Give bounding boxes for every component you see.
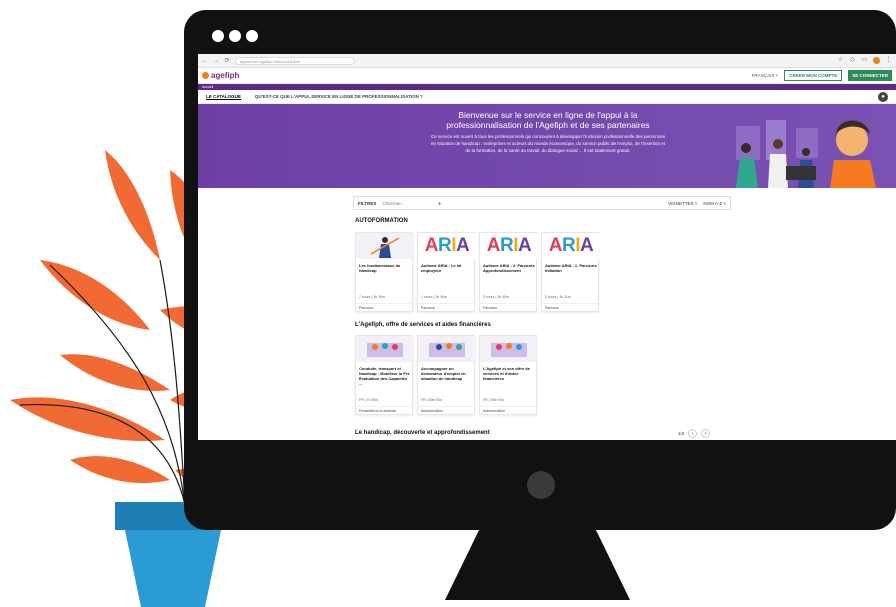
bookmark-icon[interactable]: ☆ [837,57,844,64]
tab-about[interactable]: QU'EST-CE QUE L'APPUI, SERVICE EN LIGNE … [255,94,423,99]
card-type: Autoformation [418,406,476,414]
card-meta: 7 cours | 1h 30m [359,295,386,299]
course-card[interactable]: ARIA Autisme ARIA : Le kit employeur 1 c… [417,232,476,312]
card-meta: 1 cours | 1h 40m [421,295,448,299]
aria-logo: ARIA [424,235,470,256]
card-meta: FR | 45m 00s [421,398,442,402]
tab-catalogue[interactable]: LE CATALOGUE [206,94,241,100]
course-illustration [367,343,403,357]
aria-logo: ARIA [548,235,594,256]
section-title: Le handicap, découverte et approfondisse… [355,430,490,436]
course-illustration [491,343,527,357]
course-card[interactable]: ARIA Autisme ARIA : 2. Parcours Approfon… [479,232,538,312]
card-meta: FR | 1h 00m [359,398,379,402]
section-title: L'Agefiph, offre de services et aides fi… [355,322,491,328]
card-title: Autisme ARIA : 2. Parcours Approfondisse… [483,263,535,273]
reload-icon[interactable]: ⟳ [224,57,230,64]
course-card[interactable]: ARIA Autisme ARIA : 1. Parcours Initiati… [541,232,600,312]
course-card[interactable]: Accompagner un demandeur d'emploi en sit… [417,335,476,415]
course-illustration [429,343,465,357]
window-icon[interactable]: ▭ [861,57,868,64]
hero-people-illustration [736,120,876,188]
card-type: Autoformation [480,406,538,414]
card-title: L'Agefiph et son offre de services et d'… [483,366,530,381]
card-type: Parcours [480,303,538,311]
card-title: Autisme ARIA : 1. Parcours Initiation [545,263,597,273]
pagination: 1/2 ‹ › [678,429,711,438]
filters-button[interactable]: FILTRES [358,201,376,206]
login-button[interactable]: SE CONNECTER [848,70,892,81]
profile-icon[interactable] [873,57,880,64]
address-bar[interactable]: apprendre.agefiph.fr/learn/explore [235,56,355,65]
card-meta: 2 cours | 1h 11m [545,295,571,299]
card-meta: 3 cours | 2h 40m [483,295,510,299]
hero-text: Bienvenue sur le service en ligne de l'a… [428,110,668,154]
card-title: Accompagner un demandeur d'emploi en sit… [421,366,466,381]
agefiph-logo[interactable]: agefiph [202,71,239,80]
logo-text: agefiph [211,71,240,80]
search-input[interactable] [382,200,433,206]
card-thumbnail: ARIA [542,233,600,259]
card-type: Présentiel ou à distance [356,406,414,414]
card-thumbnail: ARIA [480,233,538,259]
forward-icon[interactable]: → [213,58,219,64]
logo-mark-icon [202,72,209,79]
section-title: AUTOFORMATION [355,218,408,224]
card-type: Parcours [356,303,414,311]
next-page-button[interactable]: › [701,429,711,438]
extensions-icon[interactable]: ◇ [849,57,856,64]
card-thumbnail [480,336,538,362]
catalogue-toolbar: FILTRES ⌕ VIGNETTES ˅ NOM A-Z ˅ [353,196,731,210]
course-card[interactable]: Conduite, transport et handicap : Mobili… [355,335,414,415]
browser-toolbar: ← → ⟳ apprendre.agefiph.fr/learn/explore… [198,54,896,68]
language-select[interactable]: FRANÇAIS ˅ [752,73,779,78]
menu-icon[interactable]: ⋮ [885,57,892,64]
sort-select[interactable]: NOM A-Z ˅ [703,201,726,206]
create-account-button[interactable]: CRÉER MON COMPTE [784,70,843,81]
card-meta: FR | 30m 00s [483,398,504,402]
window-dot-2 [229,30,241,42]
monitor-stand [445,528,630,600]
window-dot-1 [212,30,224,42]
card-type: Parcours [418,303,476,311]
card-title: Conduite, transport et handicap : Mobili… [359,366,410,386]
browser-screen: ← → ⟳ apprendre.agefiph.fr/learn/explore… [198,54,896,440]
card-type: Parcours [542,303,600,311]
card-thumbnail [356,233,414,259]
hero-body: Ce service est ouvert à tous les profess… [430,134,666,153]
course-card[interactable]: L'Agefiph et son offre de services et d'… [479,335,538,415]
card-thumbnail [356,336,414,362]
back-icon[interactable]: ← [202,58,208,64]
card-thumbnail [418,336,476,362]
hero-banner: Bienvenue sur le service en ligne de l'a… [198,104,896,188]
window-dot-3 [246,30,258,42]
hero-title: Bienvenue sur le service en ligne de l'a… [446,110,650,130]
course-card[interactable]: Les fondamentaux du handicap 7 cours | 1… [355,232,414,312]
chat-icon[interactable]: ● [878,92,888,102]
aria-logo: ARIA [486,235,532,256]
card-thumbnail: ARIA [418,233,476,259]
course-illustration [370,237,400,258]
view-mode-select[interactable]: VIGNETTES ˅ [668,201,697,206]
app-header: agefiph FRANÇAIS ˅ CRÉER MON COMPTE SE C… [198,68,896,84]
illustration-stage: ← → ⟳ apprendre.agefiph.fr/learn/explore… [0,0,896,607]
main-tabs: LE CATALOGUE QU'EST-CE QUE L'APPUI, SERV… [198,90,896,104]
prev-page-button[interactable]: ‹ [688,429,698,438]
card-title: Les fondamentaux du handicap [359,263,401,273]
search-icon[interactable]: ⌕ [438,201,441,206]
page-indicator: 1/2 [678,431,685,436]
monitor-power-button [527,471,555,499]
card-title: Autisme ARIA : Le kit employeur [421,263,462,273]
